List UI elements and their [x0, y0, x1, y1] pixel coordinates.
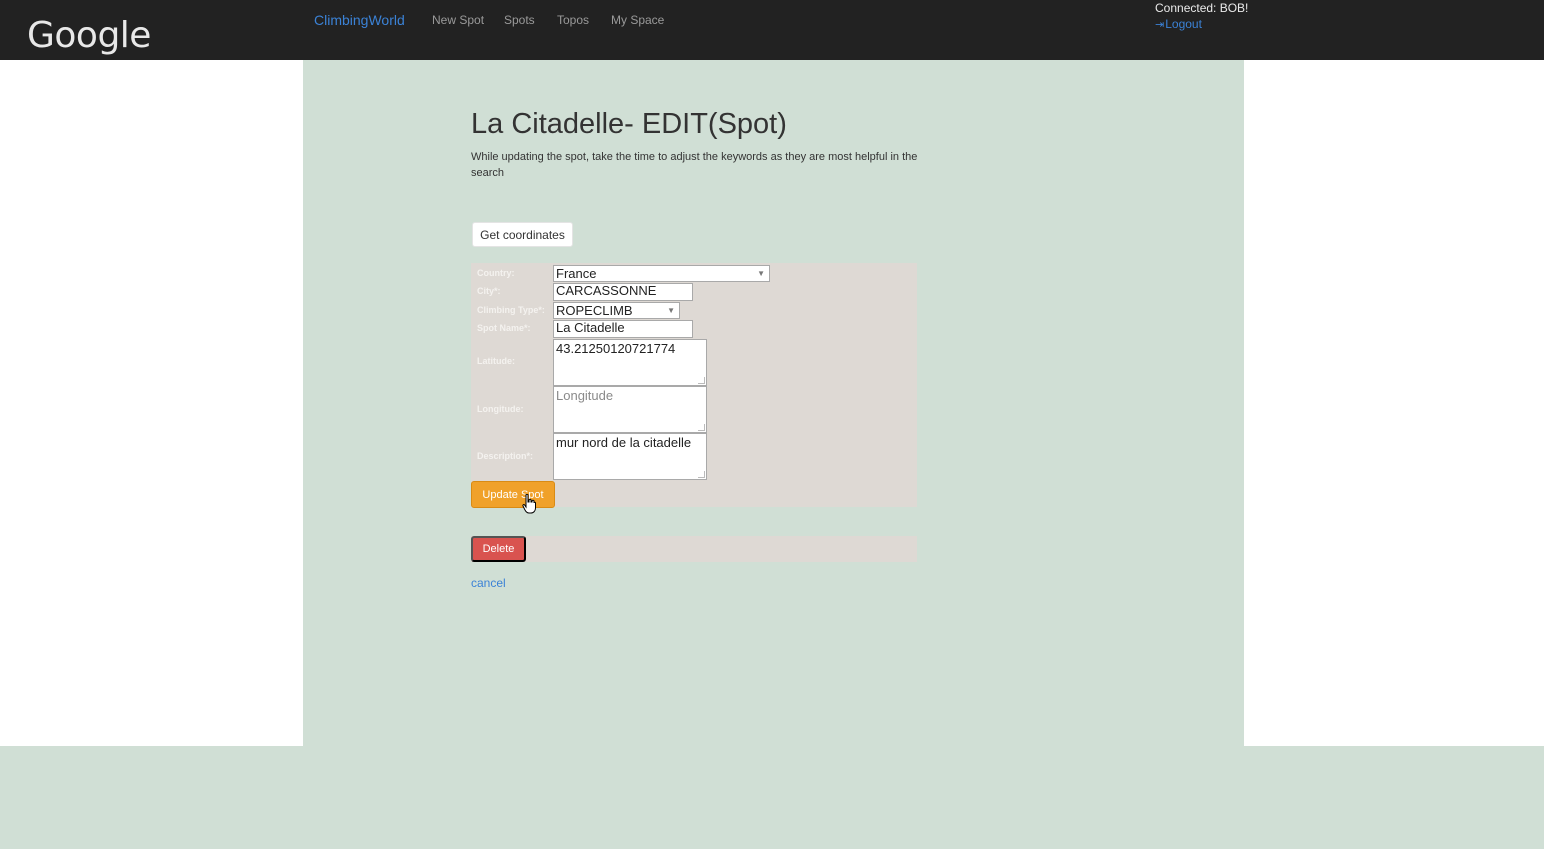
longitude-placeholder: Longitude: [556, 388, 614, 403]
google-logo: Google: [27, 15, 151, 56]
delete-form: [471, 536, 917, 562]
connected-user-text: Connected: BOB!: [1155, 1, 1249, 15]
climbing-type-value: ROPECLIMB: [556, 302, 633, 318]
climbing-type-select[interactable]: ROPECLIMB ▼: [553, 302, 680, 319]
spot-edit-form: Country: France ▼ City*: CARCASSONNE Cli…: [471, 263, 917, 508]
delete-button[interactable]: Delete: [471, 536, 526, 562]
latitude-value: 43.21250120721774: [556, 341, 676, 356]
logout-icon: ⇥: [1155, 19, 1165, 31]
chevron-down-icon: ▼: [667, 305, 675, 315]
spot-name-label: Spot Name*:: [477, 323, 531, 333]
climbing-type-label: Climbing Type*:: [477, 305, 545, 315]
description-value: mur nord de la citadelle: [556, 435, 692, 450]
get-coordinates-button[interactable]: Get coordinates: [472, 222, 573, 247]
brand-link[interactable]: ClimbingWorld: [314, 12, 405, 28]
resize-grip-icon[interactable]: [698, 424, 705, 431]
nav-topos[interactable]: Topos: [557, 13, 589, 27]
page-title: La Citadelle- EDIT(Spot): [471, 108, 787, 140]
resize-grip-icon[interactable]: [698, 377, 705, 384]
logout-label: Logout: [1165, 17, 1202, 31]
description-label: Description*:: [477, 451, 534, 461]
left-white-area: [0, 60, 303, 746]
description-textarea[interactable]: mur nord de la citadelle: [553, 433, 707, 480]
top-navbar: Google ClimbingWorld New Spot Spots Topo…: [0, 0, 1544, 60]
city-label: City*:: [477, 286, 501, 296]
longitude-label: Longitude:: [477, 404, 524, 414]
update-spot-button[interactable]: Update Spot: [471, 481, 555, 508]
hand-cursor-icon: [522, 494, 536, 514]
latitude-label: Latitude:: [477, 356, 515, 366]
resize-grip-icon[interactable]: [698, 471, 705, 478]
spot-name-input[interactable]: La Citadelle: [553, 320, 693, 338]
country-label: Country:: [477, 268, 515, 278]
longitude-textarea[interactable]: Longitude: [553, 386, 707, 433]
right-white-notch: [1244, 618, 1256, 672]
nav-my-space[interactable]: My Space: [611, 13, 664, 27]
right-white-area: [1244, 60, 1544, 746]
latitude-textarea[interactable]: 43.21250120721774: [553, 339, 707, 386]
country-value: France: [556, 265, 597, 281]
nav-new-spot[interactable]: New Spot: [432, 13, 484, 27]
page-description: While updating the spot, take the time t…: [471, 151, 918, 179]
city-input[interactable]: CARCASSONNE: [553, 283, 693, 301]
country-select[interactable]: France ▼: [553, 265, 770, 282]
cancel-link[interactable]: cancel: [471, 576, 506, 590]
chevron-down-icon: ▼: [757, 268, 765, 278]
logout-link[interactable]: ⇥Logout: [1155, 17, 1202, 31]
nav-spots[interactable]: Spots: [504, 13, 535, 27]
